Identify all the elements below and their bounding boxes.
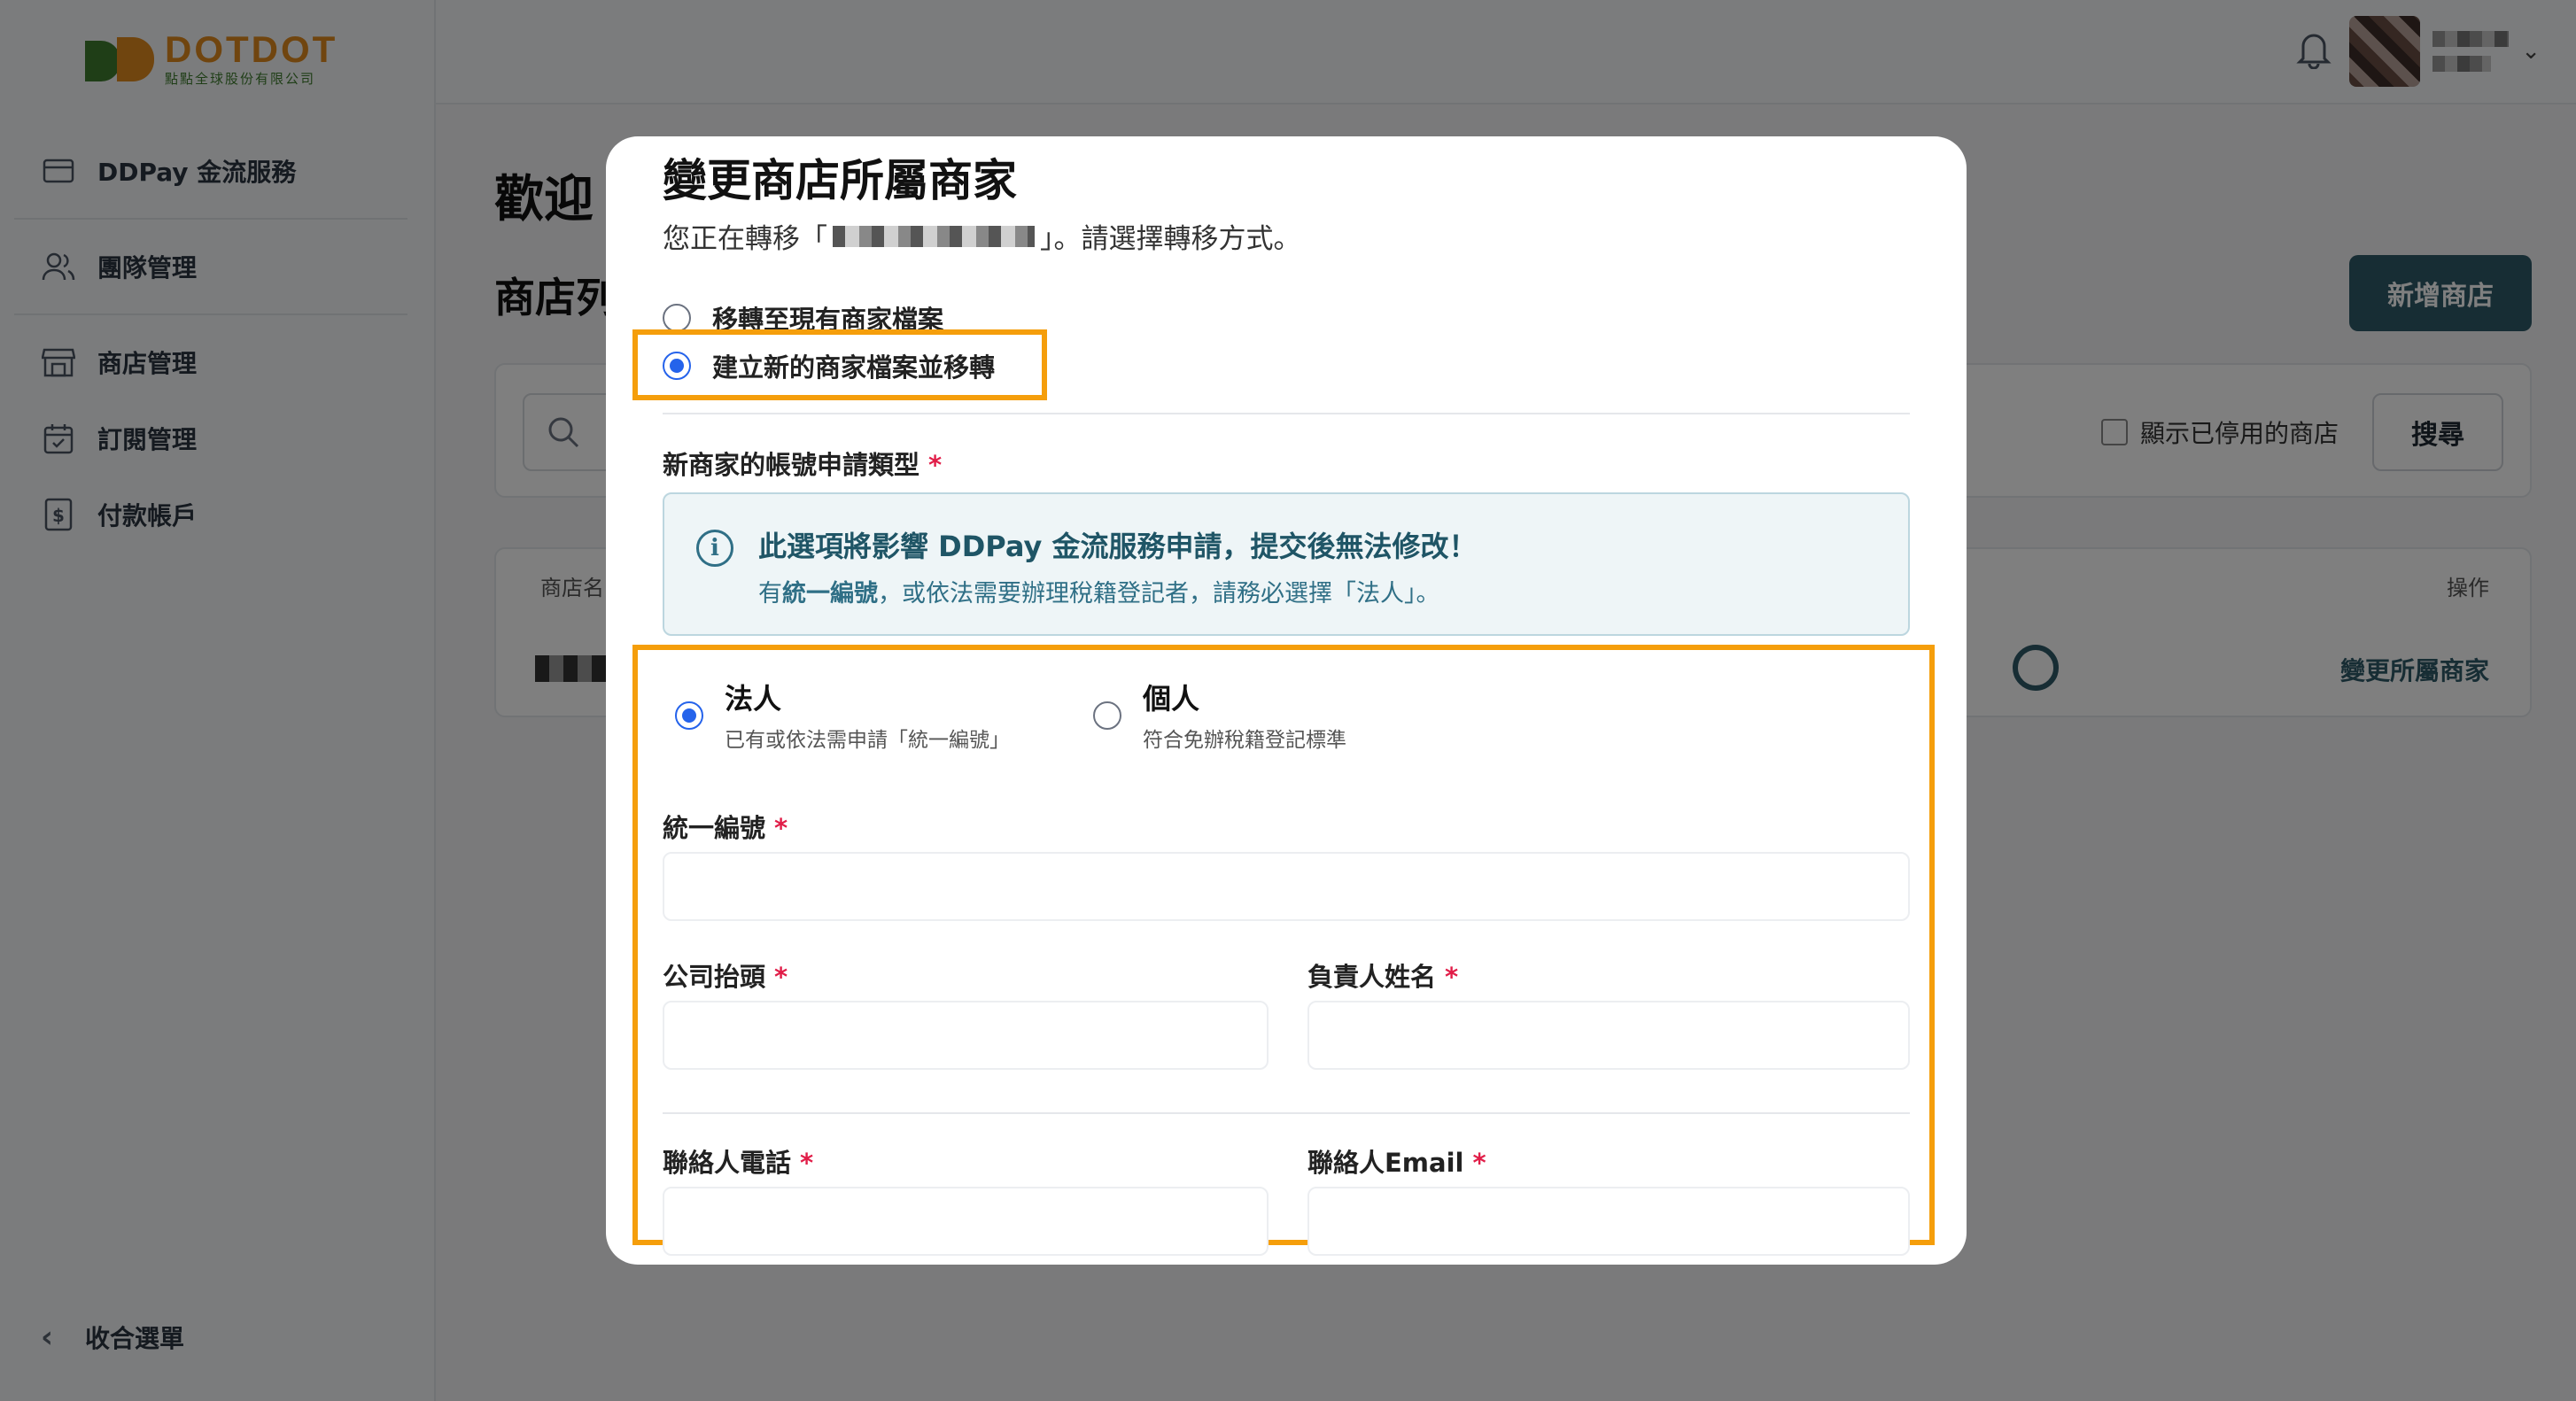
option-create-new[interactable]: 建立新的商家檔案並移轉 — [663, 347, 995, 384]
owner-name-input[interactable] — [1307, 1001, 1910, 1070]
tax-id-input[interactable] — [663, 852, 1910, 921]
entity-title: 法人 — [725, 682, 782, 716]
radio-create-new[interactable] — [663, 352, 691, 380]
contact-email-input[interactable] — [1307, 1187, 1910, 1256]
entity-title: 個人 — [1143, 682, 1200, 716]
divider — [663, 413, 1910, 414]
contact-email-label: 聯絡人Email * — [1307, 1148, 1486, 1178]
info-icon: i — [696, 530, 733, 567]
notice-description: 有統一編號，或依法需要辦理稅籍登記者，請務必選擇「法人」。 — [758, 580, 1440, 608]
entity-option-company[interactable]: 法人 已有或依法需申請「統一編號」 — [675, 677, 1010, 753]
store-name-redacted — [833, 225, 1035, 247]
required-mark: * — [800, 1148, 814, 1178]
radio-individual[interactable] — [1093, 701, 1121, 730]
option-label: 建立新的商家檔案並移轉 — [712, 352, 996, 383]
required-mark: * — [928, 450, 943, 480]
account-type-label: 新商家的帳號申請類型 * — [663, 450, 943, 480]
radio-transfer-existing[interactable] — [663, 304, 691, 332]
required-mark: * — [1472, 1148, 1486, 1178]
dialog-title: 變更商店所屬商家 — [663, 155, 1017, 206]
subtitle-prefix: 您正在轉移「 — [663, 223, 827, 255]
required-mark: * — [1445, 962, 1459, 992]
entity-option-individual[interactable]: 個人 符合免辦稅籍登記標準 — [1093, 677, 1346, 753]
contact-phone-label: 聯絡人電話 * — [663, 1148, 814, 1178]
required-mark: * — [774, 813, 788, 843]
required-mark: * — [774, 962, 788, 992]
entity-desc: 符合免辦稅籍登記標準 — [1143, 729, 1346, 752]
radio-company[interactable] — [675, 701, 703, 730]
change-merchant-dialog: 變更商店所屬商家 您正在轉移「 」。請選擇轉移方式。 移轉至現有商家檔案 建立新… — [606, 136, 1967, 1265]
company-name-label: 公司抬頭 * — [663, 962, 788, 992]
entity-desc: 已有或依法需申請「統一編號」 — [725, 729, 1010, 752]
company-name-input[interactable] — [663, 1001, 1269, 1070]
notice-title: 此選項將影響 DDPay 金流服務申請，提交後無法修改！ — [758, 530, 1478, 563]
contact-phone-input[interactable] — [663, 1187, 1269, 1256]
subtitle-suffix: 」。請選擇轉移方式。 — [1040, 223, 1301, 255]
divider — [663, 1112, 1910, 1114]
dialog-subtitle: 您正在轉移「 」。請選擇轉移方式。 — [663, 216, 1301, 256]
owner-name-label: 負責人姓名 * — [1307, 962, 1459, 992]
tax-id-label: 統一編號 * — [663, 813, 788, 843]
notice-box: i 此選項將影響 DDPay 金流服務申請，提交後無法修改！ 有統一編號，或依法… — [663, 492, 1910, 636]
